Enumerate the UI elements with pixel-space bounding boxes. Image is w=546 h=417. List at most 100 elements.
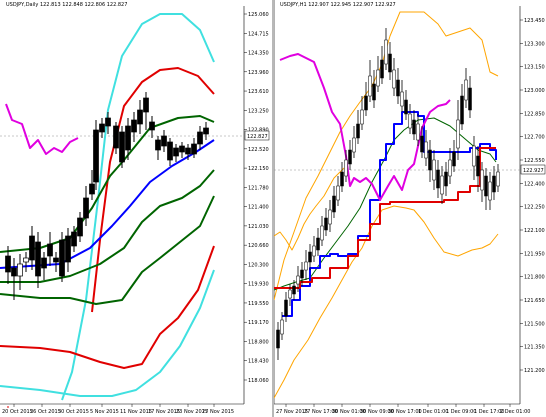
- daily-candle-body: [143, 97, 149, 113]
- hourly-y-tick-label: 121.800: [524, 275, 545, 281]
- hourly-candle-body: [324, 217, 328, 231]
- daily-y-tick-label: 120.300: [248, 262, 269, 268]
- hourly-candle-body: [452, 151, 456, 167]
- daily-candle-body: [99, 123, 105, 133]
- daily-candle-body: [131, 119, 137, 133]
- hourly-candle-body: [344, 159, 348, 177]
- daily-candle-body: [185, 147, 191, 155]
- hourly-candle-body: [440, 175, 444, 195]
- hourly-candle-body: [380, 59, 384, 79]
- hourly-candle-body: [300, 269, 304, 279]
- hourly-y-tick-label: 122.700: [524, 135, 545, 141]
- daily-candle-body: [197, 131, 203, 145]
- hourly-candle-body: [304, 261, 308, 271]
- daily-x-tick-label: 20 Oct 2015: [2, 409, 33, 415]
- hourly-envelope-lower: [274, 205, 499, 399]
- daily-candle-body: [41, 257, 47, 269]
- hourly-candle-body: [308, 251, 312, 263]
- chart-workspace: USDJPY,Daily 122.813 122.848 122.806 122…: [0, 0, 546, 417]
- hourly-candle-body: [476, 155, 480, 177]
- hourly-candle-body: [284, 299, 288, 317]
- daily-candle-body: [173, 147, 179, 157]
- hourly-candle-body: [312, 245, 316, 257]
- daily-candle-body: [11, 267, 17, 277]
- hourly-candle-body: [276, 329, 280, 349]
- daily-candle-body: [155, 139, 161, 151]
- hourly-candle-body: [480, 169, 484, 191]
- hourly-candle-body: [472, 145, 476, 167]
- hourly-y-tick-label: 121.500: [524, 321, 545, 327]
- hourly-candle-body: [400, 91, 404, 107]
- hourly-candle-body: [364, 95, 368, 111]
- daily-candle-body: [65, 235, 71, 263]
- daily-candle-body: [23, 257, 29, 263]
- hourly-candle-body: [296, 275, 300, 285]
- daily-chart-pane[interactable]: USDJPY,Daily 122.813 122.848 122.806 122…: [0, 0, 272, 417]
- daily-y-tick-label: 119.170: [248, 320, 269, 326]
- daily-candle-body: [191, 143, 197, 155]
- daily-y-tick-label: 119.550: [248, 301, 269, 307]
- daily-candle-body: [149, 121, 155, 131]
- daily-candle-body: [17, 263, 23, 277]
- hourly-y-tick-label: 122.400: [524, 181, 545, 187]
- hourly-candle-body: [352, 137, 356, 153]
- daily-chikou-span: [5, 103, 79, 155]
- hourly-current-price-label: 122.927: [523, 168, 544, 174]
- daily-y-tick-label: 122.520: [248, 147, 269, 153]
- hourly-y-tick-label: 121.350: [524, 345, 545, 351]
- hourly-candle-body: [436, 169, 440, 189]
- daily-candle-body: [59, 239, 65, 277]
- hourly-x-tick-label: 2 Dec 01:00: [500, 409, 530, 415]
- hourly-candle-body: [468, 87, 472, 111]
- daily-y-tick-label: 120.660: [248, 243, 269, 249]
- hourly-chart-pane[interactable]: USDJPY,H1 122.907 122.945 122.907 122.92…: [274, 0, 546, 417]
- hourly-candle-body: [484, 175, 488, 197]
- daily-candle-body: [179, 145, 185, 153]
- daily-candle-body: [161, 135, 167, 147]
- daily-candle-body: [83, 197, 89, 219]
- daily-y-tick-label: 122.150: [248, 166, 269, 172]
- hourly-x-tick-label: 1 Dec 09:00: [446, 409, 476, 415]
- daily-candle-body: [35, 241, 41, 277]
- daily-y-tick-label: 121.780: [248, 185, 269, 191]
- hourly-candle-body: [348, 149, 352, 165]
- hourly-candle-body: [424, 141, 428, 159]
- hourly-candle-body: [360, 109, 364, 125]
- daily-y-tick-label: 121.400: [248, 205, 269, 211]
- daily-y-tick-label: 118.060: [248, 378, 269, 384]
- hourly-chart-canvas[interactable]: 123.450 123.300 123.150 123.000 122.850 122.7…: [274, 0, 546, 417]
- hourly-y-tick-label: 122.250: [524, 205, 545, 211]
- daily-current-price-label: 122.827: [247, 134, 268, 140]
- hourly-candle-body: [456, 119, 460, 149]
- daily-bb-lower-3sigma: [0, 269, 215, 397]
- hourly-candle-body: [416, 123, 420, 141]
- daily-y-tick-label: 123.610: [248, 89, 269, 95]
- hourly-candle-body: [432, 159, 436, 181]
- hourly-candle-body: [392, 69, 396, 89]
- daily-candle-body: [47, 243, 53, 257]
- hourly-candle-body: [336, 185, 340, 201]
- daily-y-tick-label: 124.350: [248, 51, 269, 57]
- daily-chart-canvas[interactable]: 125.060 124.715 124.350 123.960 123.610 123.2…: [0, 0, 272, 417]
- hourly-y-tick-label: 123.000: [524, 88, 545, 94]
- daily-candle-body: [113, 125, 119, 149]
- daily-x-tick-label: 5 Nov 2015: [90, 409, 119, 415]
- hourly-candle-body: [328, 209, 332, 225]
- daily-candle-body: [167, 141, 173, 161]
- daily-y-tick-label: 123.250: [248, 108, 269, 114]
- hourly-conversion-line: [282, 111, 497, 317]
- hourly-y-tick-label: 123.450: [524, 18, 545, 24]
- hourly-candle-body: [316, 237, 320, 251]
- hourly-candle-body: [356, 123, 360, 139]
- hourly-candle-body: [384, 39, 388, 65]
- daily-x-tick-label: 26 Oct 2015: [30, 409, 61, 415]
- hourly-y-tick-label: 123.150: [524, 65, 545, 71]
- daily-candle-body: [93, 129, 99, 183]
- daily-candle-body: [137, 109, 143, 125]
- daily-y-tick-label: 121.030: [248, 224, 269, 230]
- hourly-candle-body: [388, 53, 392, 73]
- hourly-candle-body: [340, 171, 344, 187]
- daily-candle-body: [71, 231, 77, 247]
- daily-candle-body: [53, 257, 59, 263]
- daily-x-tick-label: 30 Oct 2015: [58, 409, 89, 415]
